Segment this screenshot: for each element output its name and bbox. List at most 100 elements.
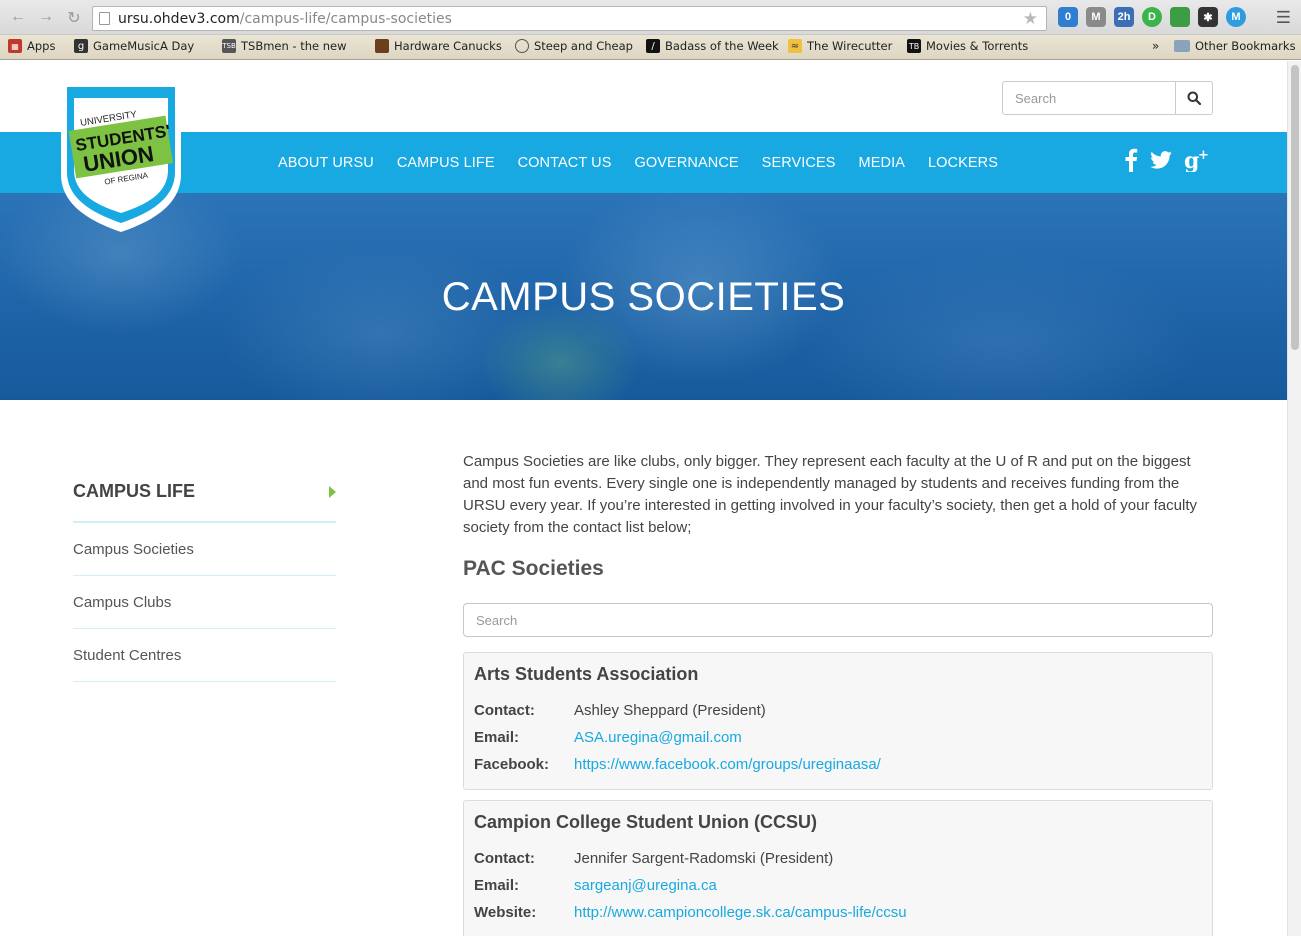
bookmarks-overflow-button[interactable]: »: [1152, 39, 1159, 53]
sidebar-item-campus-clubs[interactable]: Campus Clubs: [73, 576, 336, 629]
gmail-extension-icon[interactable]: M: [1086, 7, 1106, 27]
apps-grid-icon: ▦: [8, 39, 22, 53]
social-links: g +: [1124, 148, 1210, 172]
google-plus-icon[interactable]: g +: [1184, 148, 1210, 172]
nav-lockers[interactable]: LOCKERS: [928, 155, 998, 171]
bookmark-label: Hardware Canucks: [394, 39, 502, 53]
bookmark-label: Apps: [27, 39, 56, 53]
feed-extension-icon[interactable]: [1170, 7, 1190, 27]
bookmark-favicon: /: [646, 39, 660, 53]
address-bar[interactable]: ursu.ohdev3.com /campus-life/campus-soci…: [92, 6, 1047, 31]
bookmark-star-icon[interactable]: ★: [1023, 9, 1038, 29]
society-search-input[interactable]: [463, 603, 1213, 637]
bookmark-favicon: [375, 39, 389, 53]
extension-icon[interactable]: ✱: [1198, 7, 1218, 27]
page-scrollbar[interactable]: [1287, 61, 1301, 936]
extension-icons: 0 M 2h D ✱ M: [1058, 7, 1246, 27]
svg-text:+: +: [1198, 148, 1209, 163]
search-button[interactable]: [1175, 82, 1212, 114]
search-icon: [1187, 91, 1201, 105]
bookmark-apps[interactable]: ▦ Apps: [8, 39, 55, 53]
sidebar-heading-row[interactable]: CAMPUS LIFE: [73, 481, 336, 523]
bookmark-label: GameMusicA Day: [93, 39, 195, 53]
society-card: Arts Students Association Contact: Ashle…: [463, 652, 1213, 790]
contact-value: Jennifer Sargent-Radomski (President): [574, 850, 834, 867]
bookmark-favicon: ≈: [788, 39, 802, 53]
nav-about-ursu[interactable]: ABOUT URSU: [278, 155, 374, 171]
society-name: Campion College Student Union (CCSU): [474, 812, 817, 832]
sidebar-item-campus-societies[interactable]: Campus Societies: [73, 523, 336, 576]
scrollbar-thumb[interactable]: [1291, 65, 1299, 350]
forward-arrow-icon[interactable]: →: [36, 8, 56, 28]
contact-label: Contact:: [474, 702, 535, 719]
web-page: ABOUT URSU CAMPUS LIFE CONTACT US GOVERN…: [0, 61, 1287, 936]
other-bookmarks[interactable]: Other Bookmarks: [1174, 39, 1296, 53]
bookmark-steep-and-cheap[interactable]: Steep and Cheap: [515, 39, 633, 53]
email-label: Email:: [474, 877, 520, 894]
contact-row: Contact: Jennifer Sargent-Radomski (Pres…: [474, 845, 1202, 872]
bookmark-movies-torrents[interactable]: TB Movies & Torrents: [907, 39, 1028, 53]
bookmark-label: The Wirecutter: [807, 39, 893, 53]
bookmark-gamemusic[interactable]: g GameMusicA Day: [74, 39, 194, 53]
site-search: [1002, 81, 1213, 115]
bookmark-hardware-canucks[interactable]: Hardware Canucks: [375, 39, 502, 53]
facebook-label: Facebook:: [474, 756, 550, 773]
hero-banner: CAMPUS SOCIETIES: [0, 193, 1287, 400]
main-navigation: ABOUT URSU CAMPUS LIFE CONTACT US GOVERN…: [0, 132, 1287, 193]
bookmark-favicon: TSB: [222, 39, 236, 53]
facebook-icon[interactable]: [1124, 148, 1138, 172]
contact-label: Contact:: [474, 850, 535, 867]
email-row: Email: ASA.uregina@gmail.com: [474, 724, 1202, 751]
ursu-logo[interactable]: UNIVERSITY STUDENTS' UNION OF REGINA: [58, 78, 184, 235]
page-icon: [99, 12, 110, 25]
contact-row: Contact: Ashley Sheppard (President): [474, 697, 1202, 724]
twitter-icon[interactable]: [1150, 151, 1172, 169]
sidebar-item-student-centres[interactable]: Student Centres: [73, 629, 336, 682]
bookmark-label: Badass of the Week: [665, 39, 779, 53]
bookmark-badass-of-the-week[interactable]: / Badass of the Week: [646, 39, 779, 53]
website-row: Website: http://www.campioncollege.sk.ca…: [474, 899, 1202, 926]
email-row: Email: sargeanj@uregina.ca: [474, 872, 1202, 899]
website-link[interactable]: http://www.campioncollege.sk.ca/campus-l…: [574, 904, 907, 921]
nav-campus-life[interactable]: CAMPUS LIFE: [397, 155, 495, 171]
nav-contact-us[interactable]: CONTACT US: [518, 155, 612, 171]
calendar-extension-icon[interactable]: 2h: [1114, 7, 1134, 27]
extension-icon[interactable]: M: [1226, 7, 1246, 27]
bookmark-label: TSBmen - the new: [241, 39, 347, 53]
sidebar-heading: CAMPUS LIFE: [73, 481, 196, 501]
url-domain: ursu.ohdev3.com: [118, 10, 240, 27]
reload-icon[interactable]: ↻: [64, 8, 84, 28]
intro-paragraph: Campus Societies are like clubs, only bi…: [463, 453, 1197, 536]
email-link[interactable]: sargeanj@uregina.ca: [574, 877, 717, 894]
bookmark-favicon: TB: [907, 39, 921, 53]
nav-media[interactable]: MEDIA: [859, 155, 905, 171]
url-path: /campus-life/campus-societies: [239, 10, 452, 27]
browser-nav-buttons: ← → ↻: [8, 8, 84, 28]
site-search-input[interactable]: [1003, 82, 1175, 114]
society-name: Arts Students Association: [474, 664, 699, 684]
email-link[interactable]: ASA.uregina@gmail.com: [574, 729, 742, 746]
society-card: Campion College Student Union (CCSU) Con…: [463, 800, 1213, 936]
bookmark-favicon: g: [74, 39, 88, 53]
bookmark-tsbmen[interactable]: TSB TSBmen - the new: [222, 39, 347, 53]
bookmark-the-wirecutter[interactable]: ≈ The Wirecutter: [788, 39, 892, 53]
chevron-right-icon: [329, 486, 336, 498]
extension-icon[interactable]: D: [1142, 7, 1162, 27]
facebook-row: Facebook: https://www.facebook.com/group…: [474, 751, 1202, 778]
extension-icon[interactable]: 0: [1058, 7, 1078, 27]
browser-toolbar: ← → ↻ ursu.ohdev3.com /campus-life/campu…: [0, 0, 1301, 35]
contact-value: Ashley Sheppard (President): [574, 702, 766, 719]
bookmarks-bar: ▦ Apps g GameMusicA Day TSB TSBmen - the…: [0, 35, 1301, 60]
nav-services[interactable]: SERVICES: [762, 155, 836, 171]
browser-menu-icon[interactable]: ☰: [1276, 8, 1291, 28]
back-arrow-icon[interactable]: ←: [8, 8, 28, 28]
section-title: PAC Societies: [463, 557, 604, 580]
nav-governance[interactable]: GOVERNANCE: [635, 155, 739, 171]
nav-menu: ABOUT URSU CAMPUS LIFE CONTACT US GOVERN…: [278, 132, 998, 193]
facebook-link[interactable]: https://www.facebook.com/groups/ureginaa…: [574, 756, 881, 773]
email-label: Email:: [474, 729, 520, 746]
other-bookmarks-label: Other Bookmarks: [1195, 39, 1296, 53]
folder-icon: [1174, 40, 1190, 52]
page-title: CAMPUS SOCIETIES: [441, 275, 846, 319]
bookmark-label: Steep and Cheap: [534, 39, 633, 53]
